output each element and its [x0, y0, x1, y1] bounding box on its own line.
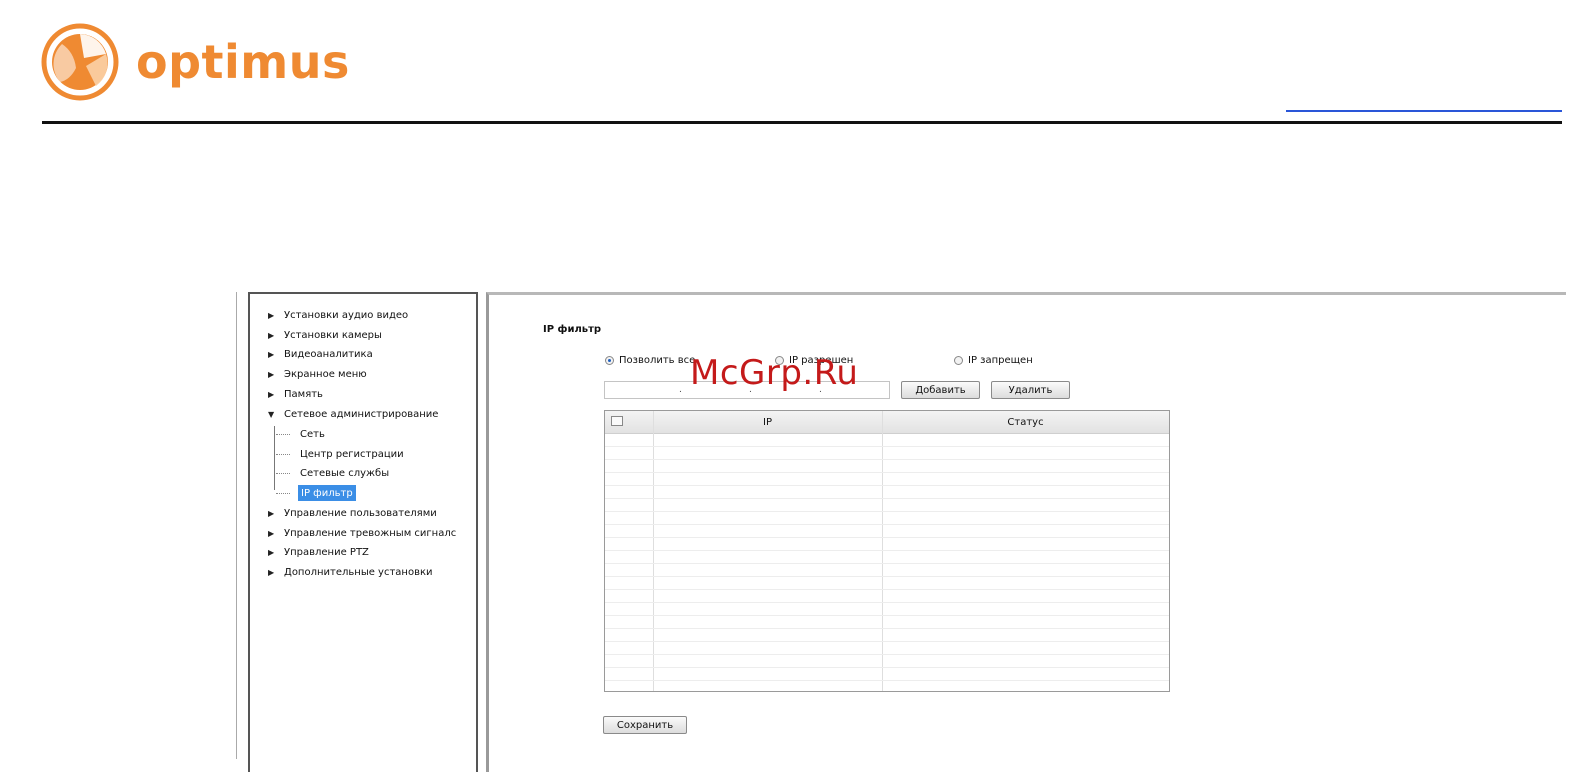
tree-item-label: Дополнительные установки	[284, 566, 433, 578]
tree-subitem-network-services[interactable]: Сетевые службы	[300, 465, 389, 481]
ip-filter-table: IP Статус	[604, 410, 1170, 692]
tree-item-camera[interactable]: ▶ Установки камеры	[268, 327, 382, 343]
column-header-ip[interactable]: IP	[653, 411, 882, 433]
table-row-separator	[605, 628, 1169, 629]
tree-item-label: Сетевое администрирование	[284, 408, 439, 420]
tree-subitem-network[interactable]: Сеть	[300, 426, 325, 442]
collapsed-arrow-icon: ▶	[268, 528, 275, 538]
table-row-separator	[605, 550, 1169, 551]
tree-item-video-analytics[interactable]: ▶ Видеоаналитика	[268, 346, 373, 362]
table-row-separator	[605, 680, 1169, 681]
page-title: IP фильтр	[543, 324, 602, 335]
radio-unchecked-icon	[954, 356, 963, 365]
radio-checked-icon	[605, 356, 614, 365]
radio-label: IP запрещен	[968, 355, 1033, 366]
tree-item-user-management[interactable]: ▶ Управление пользователями	[268, 505, 437, 521]
collapsed-arrow-icon: ▶	[268, 369, 275, 379]
aperture-icon	[41, 23, 119, 101]
collapsed-arrow-icon: ▶	[268, 547, 275, 557]
collapsed-arrow-icon: ▶	[268, 330, 275, 340]
collapsed-arrow-icon: ▶	[268, 349, 275, 359]
tree-item-label: Управление пользователями	[284, 507, 437, 519]
tree-subitem-registration-center[interactable]: Центр регистрации	[300, 446, 404, 462]
radio-label: Позволить все	[619, 355, 696, 366]
tree-subitem-label: Сеть	[300, 428, 325, 440]
table-row-separator	[605, 615, 1169, 616]
tree-item-label: Управление PTZ	[284, 546, 369, 558]
table-row-separator	[605, 511, 1169, 512]
table-row-separator	[605, 654, 1169, 655]
page-guide-line	[236, 292, 237, 759]
tree-item-ptz-management[interactable]: ▶ Управление PTZ	[268, 544, 369, 560]
table-row-separator	[605, 667, 1169, 668]
radio-allow-all[interactable]: Позволить все	[605, 355, 695, 366]
table-header: IP Статус	[605, 411, 1169, 434]
tree-item-osd[interactable]: ▶ Экранное меню	[268, 366, 367, 382]
tree-item-label: Видеоаналитика	[284, 348, 373, 360]
table-row-separator	[605, 498, 1169, 499]
add-button[interactable]: Добавить	[901, 381, 980, 399]
tree-subitem-label: Центр регистрации	[300, 448, 404, 460]
tree-item-label: Экранное меню	[284, 368, 367, 380]
collapsed-arrow-icon: ▶	[268, 389, 275, 399]
tree-subitem-ip-filter[interactable]: IP фильтр	[298, 485, 356, 501]
table-row-separator	[605, 589, 1169, 590]
table-row-separator	[605, 485, 1169, 486]
collapsed-arrow-icon: ▶	[268, 508, 275, 518]
delete-button[interactable]: Удалить	[991, 381, 1070, 399]
tree-item-additional-settings[interactable]: ▶ Дополнительные установки	[268, 564, 433, 580]
table-row-separator	[605, 524, 1169, 525]
ip-filter-panel: IP фильтр Позволить все IP разрешен IP з…	[486, 292, 1566, 772]
table-row-separator	[605, 472, 1169, 473]
tree-connector	[276, 454, 290, 455]
column-header-status[interactable]: Статус	[882, 411, 1169, 433]
table-row-separator	[605, 641, 1169, 642]
table-row-separator	[605, 459, 1169, 460]
tree-connector	[276, 434, 290, 435]
select-all-checkbox[interactable]	[611, 416, 623, 426]
header-divider	[42, 121, 1562, 124]
table-row-separator	[605, 602, 1169, 603]
watermark: McGrp.Ru	[690, 353, 859, 393]
tree-item-label: Установки камеры	[284, 329, 382, 341]
tree-connector	[276, 493, 290, 494]
collapsed-arrow-icon: ▶	[268, 567, 275, 577]
radio-ip-denied[interactable]: IP запрещен	[954, 355, 1033, 366]
header-link-underline[interactable]	[1286, 110, 1562, 112]
tree-item-alarm-management[interactable]: ▶ Управление тревожным сигналс	[268, 525, 456, 541]
tree-item-storage[interactable]: ▶ Память	[268, 386, 323, 402]
tree-subitem-label: IP фильтр	[301, 487, 353, 499]
tree-branch-line	[274, 426, 275, 490]
brand-logo: optimus	[40, 22, 350, 102]
table-row-separator	[605, 446, 1169, 447]
column-divider	[653, 411, 654, 691]
collapsed-arrow-icon: ▶	[268, 310, 275, 320]
ip-dot: .	[679, 385, 682, 395]
tree-connector	[276, 473, 290, 474]
save-button[interactable]: Сохранить	[603, 716, 687, 734]
brand-name: optimus	[136, 35, 350, 89]
tree-item-label: Управление тревожным сигналс	[284, 527, 457, 539]
tree-item-audio-video[interactable]: ▶ Установки аудио видео	[268, 307, 408, 323]
column-divider	[882, 411, 883, 691]
table-row-separator	[605, 537, 1169, 538]
tree-item-network-admin[interactable]: ▼ Сетевое администрирование	[268, 406, 438, 422]
expanded-arrow-icon: ▼	[268, 409, 275, 419]
tree-item-label: Память	[284, 388, 323, 400]
table-row-separator	[605, 563, 1169, 564]
settings-tree-panel: ▶ Установки аудио видео ▶ Установки каме…	[248, 292, 478, 772]
tree-subitem-label: Сетевые службы	[300, 467, 390, 479]
table-row-separator	[605, 576, 1169, 577]
tree-item-label: Установки аудио видео	[284, 309, 409, 321]
